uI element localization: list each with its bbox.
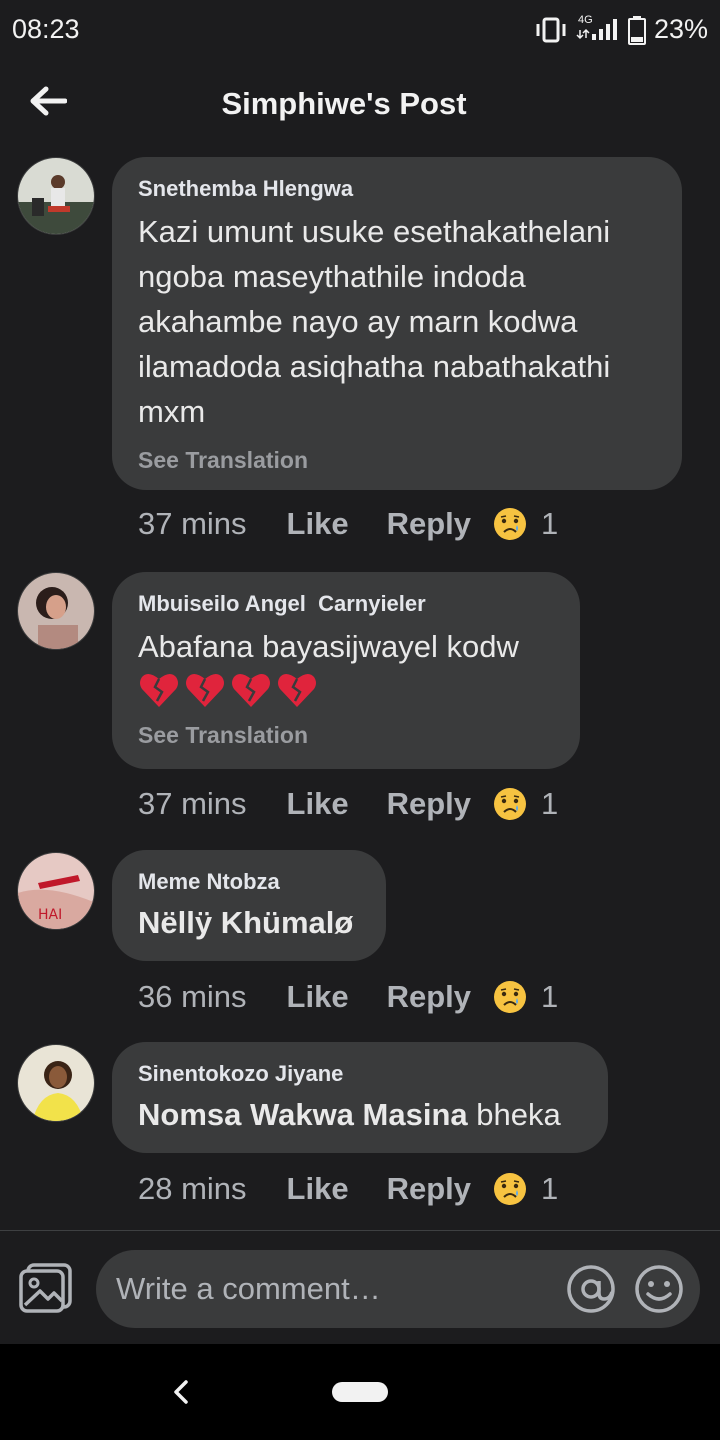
comment-text: Nomsa Wakwa Masina bheka bbox=[138, 1092, 582, 1137]
comment-bubble: Snethemba Hlengwa Kazi umunt usuke eseth… bbox=[112, 157, 682, 490]
reply-button[interactable]: Reply bbox=[387, 979, 471, 1015]
broken-heart-icon bbox=[186, 673, 224, 707]
svg-text:HAI: HAI bbox=[38, 907, 62, 923]
smiley-icon bbox=[635, 1265, 683, 1313]
like-button[interactable]: Like bbox=[287, 506, 349, 542]
comment-author[interactable]: Meme Ntobza bbox=[138, 868, 360, 896]
reaction-count: 1 bbox=[541, 979, 559, 1014]
photo-icon bbox=[19, 1263, 72, 1313]
comment-composer bbox=[0, 1230, 720, 1344]
reaction-count: 1 bbox=[541, 786, 559, 821]
system-back-button[interactable] bbox=[166, 1372, 196, 1412]
comment-author[interactable]: Mbuiseilo Angel Carnyieler bbox=[138, 590, 554, 618]
battery-icon bbox=[627, 15, 646, 45]
comment-input-container bbox=[96, 1250, 700, 1328]
like-button[interactable]: Like bbox=[287, 786, 349, 822]
sad-face-icon bbox=[494, 1173, 526, 1205]
broken-heart-icon bbox=[278, 673, 316, 707]
comment-bubble: Meme Ntobza Nëllÿ Khümalø bbox=[112, 850, 386, 961]
avatar[interactable]: HAI bbox=[17, 852, 95, 930]
reply-button[interactable]: Reply bbox=[387, 1171, 471, 1207]
see-translation-link[interactable]: See Translation bbox=[138, 446, 656, 474]
status-icons: 4G 23% bbox=[534, 14, 708, 45]
comment-time: 36 mins bbox=[138, 979, 247, 1014]
avatar[interactable] bbox=[17, 572, 95, 650]
comment-time: 28 mins bbox=[138, 1171, 247, 1206]
comment-bubble: Sinentokozo Jiyane Nomsa Wakwa Masina bh… bbox=[112, 1042, 608, 1153]
reaction-summary[interactable]: 1 bbox=[493, 1171, 558, 1207]
comment-author[interactable]: Snethemba Hlengwa bbox=[138, 175, 656, 203]
like-button[interactable]: Like bbox=[287, 979, 349, 1015]
signal-icon: 4G bbox=[576, 13, 620, 44]
broken-hearts-emoji: 💔💔💔💔 bbox=[138, 669, 554, 709]
vibrate-icon bbox=[534, 16, 568, 44]
page-title: Simphiwe's Post bbox=[221, 86, 467, 121]
mention-link[interactable]: Nëllÿ Khümalø bbox=[138, 905, 353, 940]
reaction-summary[interactable]: 1 bbox=[493, 506, 558, 542]
reply-button[interactable]: Reply bbox=[387, 786, 471, 822]
reaction-summary[interactable]: 1 bbox=[493, 786, 558, 822]
comment-bubble: Mbuiseilo Angel Carnyieler Abafana bayas… bbox=[112, 572, 580, 769]
comment-meta: 37 mins Like Reply 1 bbox=[138, 782, 558, 826]
broken-heart-icon bbox=[232, 673, 270, 707]
reaction-summary[interactable]: 1 bbox=[493, 979, 558, 1015]
avatar[interactable] bbox=[17, 1044, 95, 1122]
comment-text: Abafana bayasijwayel kodw bbox=[138, 629, 519, 664]
comment-meta: 28 mins Like Reply 1 bbox=[138, 1167, 558, 1211]
battery-percent: 23% bbox=[653, 14, 708, 44]
system-nav-bar bbox=[0, 1344, 720, 1440]
comment-text-rest: bheka bbox=[467, 1097, 561, 1132]
like-button[interactable]: Like bbox=[287, 1171, 349, 1207]
broken-heart-icon bbox=[140, 673, 178, 707]
comment-time: 37 mins bbox=[138, 506, 247, 541]
reaction-count: 1 bbox=[541, 1171, 559, 1206]
reply-button[interactable]: Reply bbox=[387, 506, 471, 542]
add-photo-button[interactable] bbox=[18, 1261, 74, 1315]
sad-face-icon bbox=[494, 788, 526, 820]
avatar[interactable] bbox=[17, 157, 95, 235]
comment-text: Nëllÿ Khümalø bbox=[138, 900, 360, 945]
app-bar: Simphiwe's Post bbox=[0, 60, 720, 152]
comment-author[interactable]: Sinentokozo Jiyane bbox=[138, 1060, 582, 1088]
comment-text: Kazi umunt usuke esethakathelani ngoba m… bbox=[138, 214, 611, 429]
see-translation-link[interactable]: See Translation bbox=[138, 721, 554, 749]
emoji-button[interactable] bbox=[634, 1264, 684, 1314]
mention-link[interactable]: Nomsa Wakwa Masina bbox=[138, 1097, 468, 1132]
reaction-count: 1 bbox=[541, 506, 559, 541]
comment-input[interactable] bbox=[116, 1250, 556, 1328]
mention-button[interactable] bbox=[566, 1264, 616, 1314]
status-bar: 08:23 4G 23% bbox=[0, 0, 720, 60]
chevron-left-icon bbox=[174, 1380, 188, 1404]
network-type: 4G bbox=[577, 13, 593, 26]
sad-face-icon bbox=[494, 508, 526, 540]
status-time: 08:23 bbox=[12, 14, 80, 44]
comment-meta: 36 mins Like Reply 1 bbox=[138, 975, 558, 1019]
sad-face-icon bbox=[494, 981, 526, 1013]
comment-time: 37 mins bbox=[138, 786, 247, 821]
home-pill-button[interactable] bbox=[332, 1382, 388, 1402]
at-sign-icon bbox=[567, 1265, 615, 1313]
comment-meta: 37 mins Like Reply 1 bbox=[138, 502, 558, 546]
